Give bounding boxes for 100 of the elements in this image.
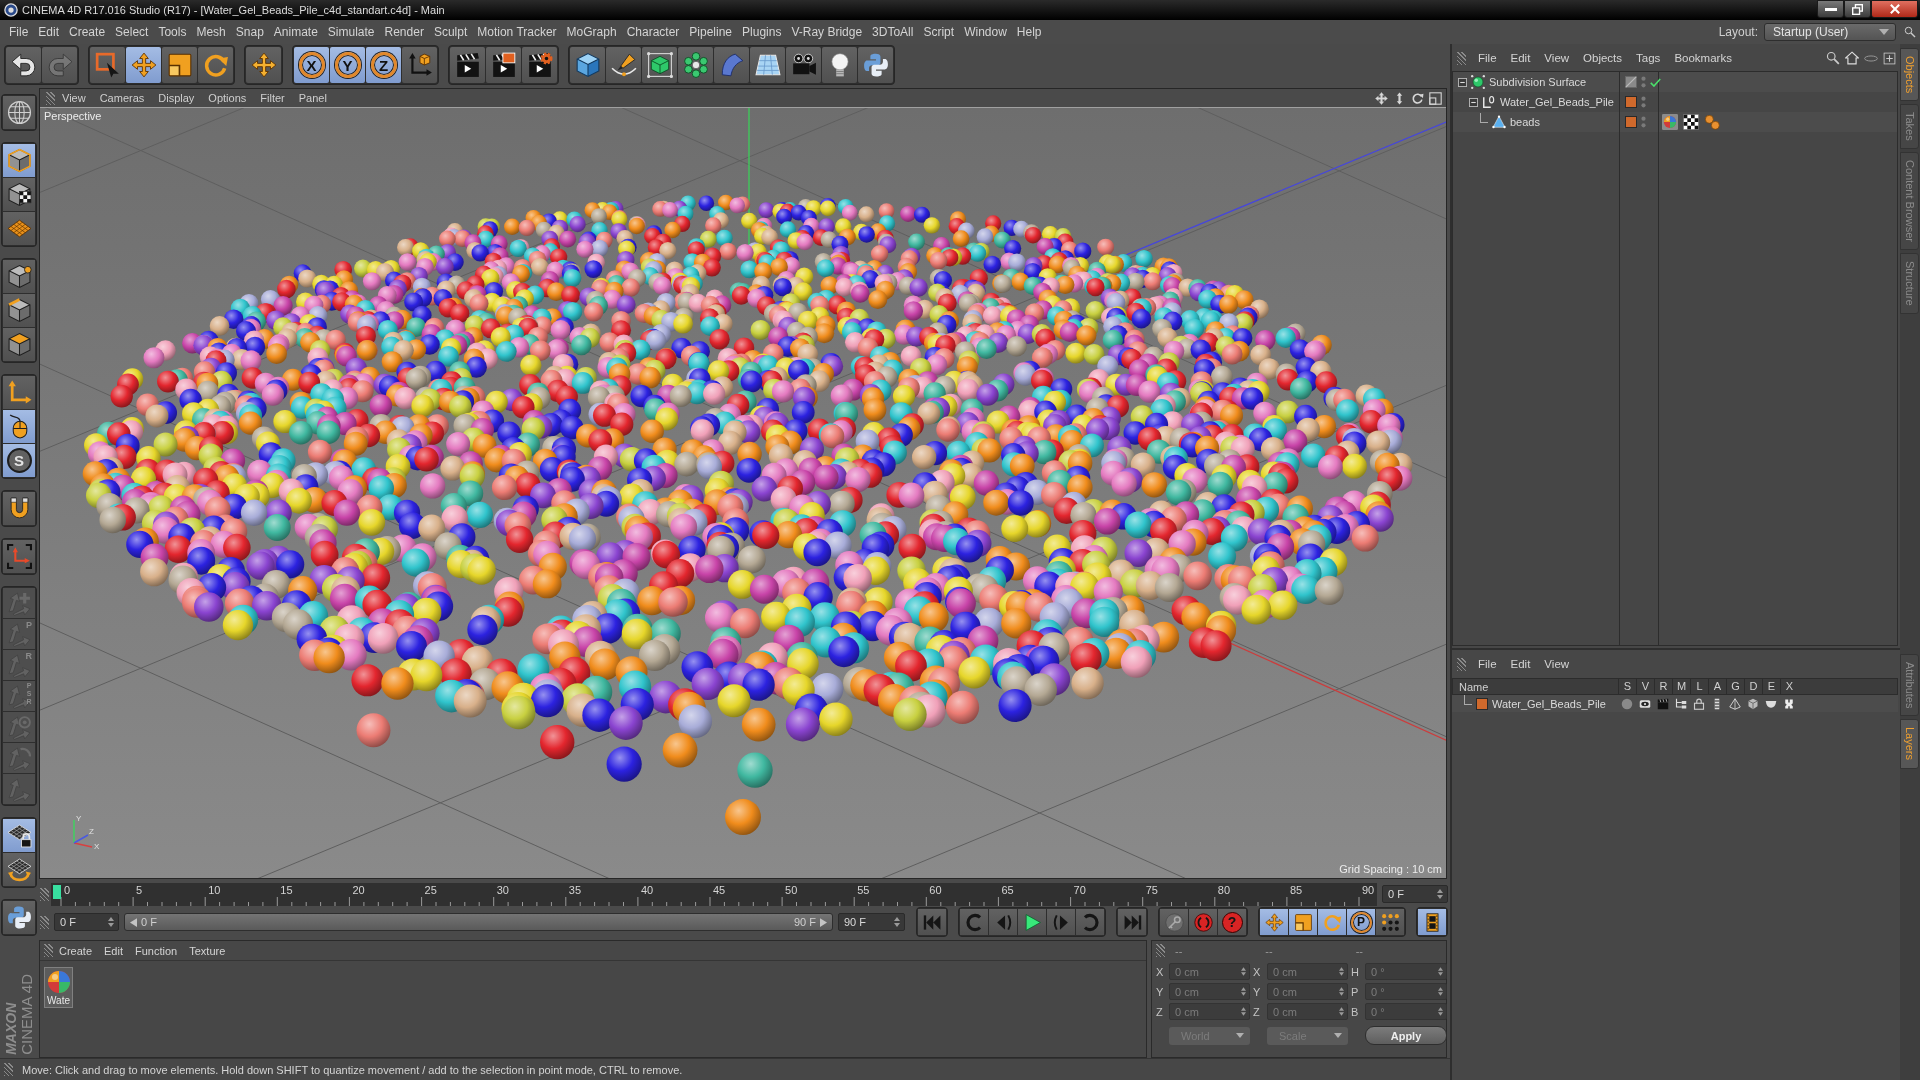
collapse-toggle-icon[interactable] — [1458, 77, 1467, 87]
visibility-dots-icon[interactable] — [1641, 116, 1646, 128]
menu-item[interactable]: 3DToAll — [867, 25, 919, 39]
menu-item[interactable]: Bookmarks — [1667, 52, 1739, 64]
menu-item[interactable]: Tools — [153, 25, 192, 39]
polygons-mode-button[interactable] — [3, 328, 35, 361]
scale-tool-button[interactable] — [162, 47, 197, 83]
column-header[interactable]: L — [1690, 679, 1708, 694]
object-name[interactable]: Water_Gel_Beads_Pile — [1500, 96, 1614, 108]
no-layer-icon[interactable] — [1625, 76, 1637, 88]
points-mode-button[interactable] — [3, 260, 35, 293]
menu-item[interactable]: Edit — [1503, 658, 1538, 670]
grip-handle-icon[interactable] — [4, 1063, 13, 1076]
layer-color-icon[interactable] — [1476, 697, 1488, 710]
cube-icon[interactable] — [1747, 697, 1759, 710]
bend-button[interactable] — [714, 47, 749, 83]
material-item[interactable]: Wate — [44, 967, 73, 1008]
axis-mode-button[interactable] — [3, 376, 35, 409]
menu-item[interactable]: Filter — [253, 92, 292, 104]
column-header[interactable]: X — [1780, 679, 1798, 694]
panel-tab[interactable]: Objects — [1900, 48, 1919, 102]
column-header[interactable]: R — [1654, 679, 1672, 694]
play-button[interactable] — [1018, 909, 1046, 935]
menu-item[interactable]: Animate — [268, 25, 323, 39]
previous-key-button[interactable] — [960, 909, 988, 935]
home-icon[interactable] — [1845, 51, 1859, 65]
menu-item[interactable]: V-Ray Bridge — [786, 25, 868, 39]
column-header[interactable]: G — [1726, 679, 1744, 694]
subdivision-button[interactable] — [642, 47, 677, 83]
column-header[interactable]: M — [1672, 679, 1690, 694]
floor-button[interactable] — [750, 47, 785, 83]
minimize-button[interactable] — [1817, 0, 1844, 18]
menu-item[interactable]: Script — [918, 25, 960, 39]
cloner-button[interactable] — [678, 47, 713, 83]
viewport-canvas[interactable]: Perspective Grid Spacing : 10 cm Y Z X — [40, 107, 1446, 878]
menu-item[interactable]: View — [55, 92, 93, 104]
grip-handle-icon[interactable] — [44, 944, 53, 957]
grip-handle-icon[interactable] — [1457, 657, 1466, 671]
question-button[interactable]: ? — [1218, 909, 1246, 935]
add-panel-icon[interactable] — [1883, 51, 1896, 65]
locked-grid-button[interactable] — [3, 819, 35, 852]
layer-name[interactable]: Water_Gel_Beads_Pile — [1492, 697, 1606, 710]
spinner-icon[interactable] — [108, 917, 114, 927]
column-header[interactable]: Name — [1453, 680, 1618, 693]
menu-item[interactable]: Render — [379, 25, 429, 39]
oval-icon[interactable] — [1864, 54, 1878, 62]
autokey-button[interactable] — [1160, 909, 1188, 935]
timeline-ruler[interactable]: 0 5 10 15 20 25 30 35 40 45 50 55 60 65 70 75 80 85 90 — [51, 882, 1377, 906]
playhead-marker[interactable] — [53, 884, 61, 899]
hierarchy-icon[interactable] — [1675, 697, 1687, 710]
spinner-icon[interactable] — [894, 917, 900, 927]
menu-item[interactable]: File — [1471, 52, 1504, 64]
column-header[interactable]: E — [1762, 679, 1780, 694]
menu-item[interactable]: Plugins — [737, 25, 787, 39]
pyramid-icon[interactable] — [1729, 697, 1741, 710]
check-icon[interactable] — [1650, 77, 1661, 87]
coordinate-system-button[interactable] — [402, 47, 437, 83]
edges-mode-button[interactable] — [3, 294, 35, 327]
grip-handle-icon[interactable] — [46, 91, 55, 105]
right-arrow-icon[interactable] — [820, 917, 827, 927]
layer-color-icon[interactable] — [1625, 96, 1637, 108]
camera-button[interactable] — [786, 47, 821, 83]
column-header[interactable]: A — [1708, 679, 1726, 694]
menu-item[interactable]: Panel — [291, 92, 334, 104]
close-button[interactable] — [1871, 0, 1918, 18]
menu-item[interactable]: Display — [151, 92, 202, 104]
menu-item[interactable]: Tags — [1629, 52, 1668, 64]
menu-item[interactable]: Edit — [33, 25, 65, 39]
object-name[interactable]: beads — [1510, 116, 1540, 128]
restore-button[interactable] — [1844, 0, 1871, 18]
menu-item[interactable]: MoGraph — [561, 25, 622, 39]
spinner-icon[interactable] — [1437, 889, 1443, 899]
menu-item[interactable]: Cameras — [92, 92, 152, 104]
x-shape-icon[interactable] — [1783, 697, 1795, 710]
maximize-view-icon[interactable] — [1429, 91, 1442, 105]
eye-icon[interactable] — [1639, 697, 1651, 710]
panel-tab[interactable]: Layers — [1900, 719, 1919, 769]
menu-item[interactable]: Select — [110, 25, 154, 39]
visibility-dots-icon[interactable] — [1641, 76, 1646, 88]
parameter-track-button[interactable]: P — [1347, 909, 1375, 935]
x-axis-button[interactable]: X — [294, 47, 329, 83]
cube-button[interactable] — [570, 47, 605, 83]
two-balls-icon[interactable] — [1704, 114, 1720, 130]
search-icon[interactable] — [1826, 51, 1840, 65]
render-picture-button[interactable] — [486, 47, 521, 83]
current-frame-field[interactable]: 0 F — [1382, 885, 1448, 903]
column-header[interactable]: V — [1636, 679, 1654, 694]
render-view-button[interactable] — [450, 47, 485, 83]
grip-handle-icon[interactable] — [1457, 51, 1466, 65]
menu-item[interactable]: Create — [53, 944, 99, 957]
workplane-mode-button[interactable] — [3, 212, 35, 245]
previous-frame-button[interactable] — [989, 909, 1017, 935]
object-name[interactable]: Subdivision Surface — [1489, 76, 1587, 88]
menu-item[interactable]: Pipeline — [684, 25, 738, 39]
grip-handle-icon[interactable] — [40, 915, 49, 929]
lock-icon[interactable] — [1693, 697, 1705, 710]
left-arrow-icon[interactable] — [130, 917, 137, 927]
texture-mode-button[interactable] — [3, 178, 35, 211]
visibility-dots-icon[interactable] — [1641, 96, 1646, 108]
light-button[interactable] — [822, 47, 857, 83]
